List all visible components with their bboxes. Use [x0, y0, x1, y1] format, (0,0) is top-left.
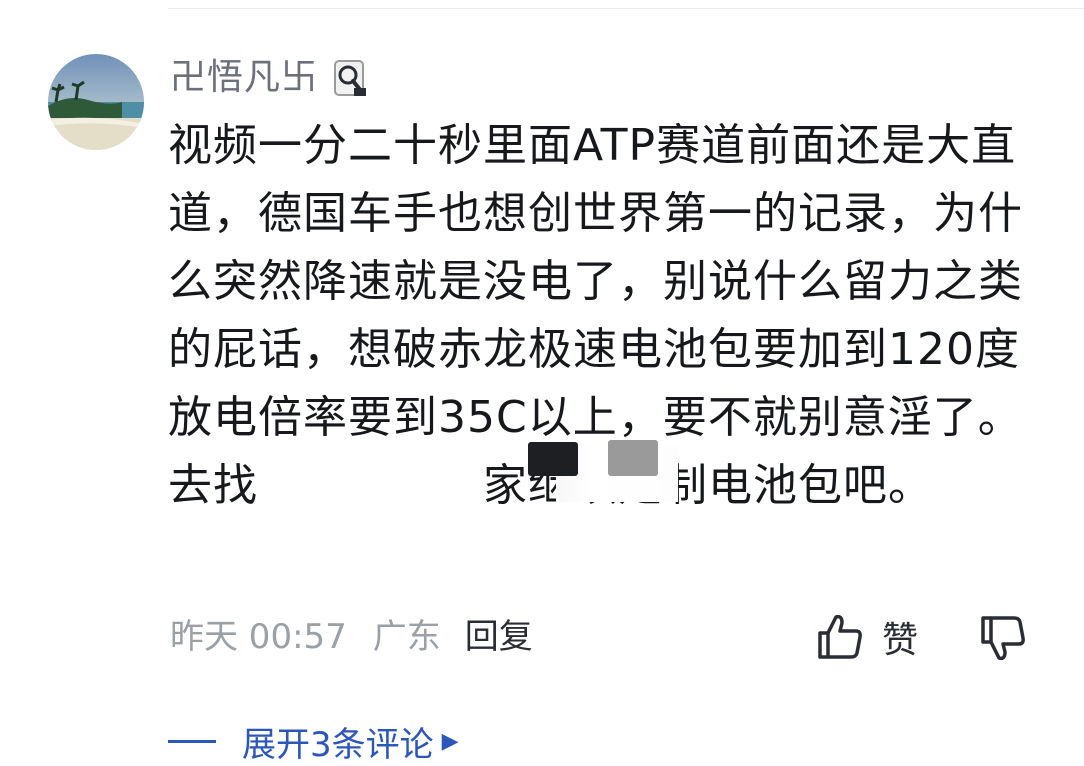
comment-meta: 昨天 00:57 广东 回复: [170, 612, 533, 662]
reply-button[interactable]: 回复: [465, 612, 533, 662]
redaction-block-gray: [608, 440, 658, 476]
avatar-image: [48, 54, 144, 150]
comment-location: 广东: [372, 617, 441, 657]
thumbs-up-icon: [818, 614, 862, 659]
triangle-right-icon: ▶: [441, 728, 459, 754]
comment-time: 昨天 00:57: [170, 617, 347, 657]
redaction-block-dark: [528, 442, 578, 476]
dislike-button[interactable]: [976, 610, 1032, 666]
thumbs-down-icon: [981, 616, 1025, 661]
username[interactable]: 卍悟凡卐: [170, 58, 318, 98]
expand-replies[interactable]: 展开3条评论 ▶: [168, 716, 459, 766]
avatar[interactable]: [48, 54, 144, 150]
top-divider: [168, 8, 1084, 9]
magnifier-badge-icon: [332, 58, 370, 100]
expand-replies-label: 展开3条评论: [242, 724, 434, 765]
like-label: 赞: [882, 620, 919, 661]
like-button[interactable]: 赞: [814, 610, 918, 664]
expand-divider: [168, 739, 216, 743]
